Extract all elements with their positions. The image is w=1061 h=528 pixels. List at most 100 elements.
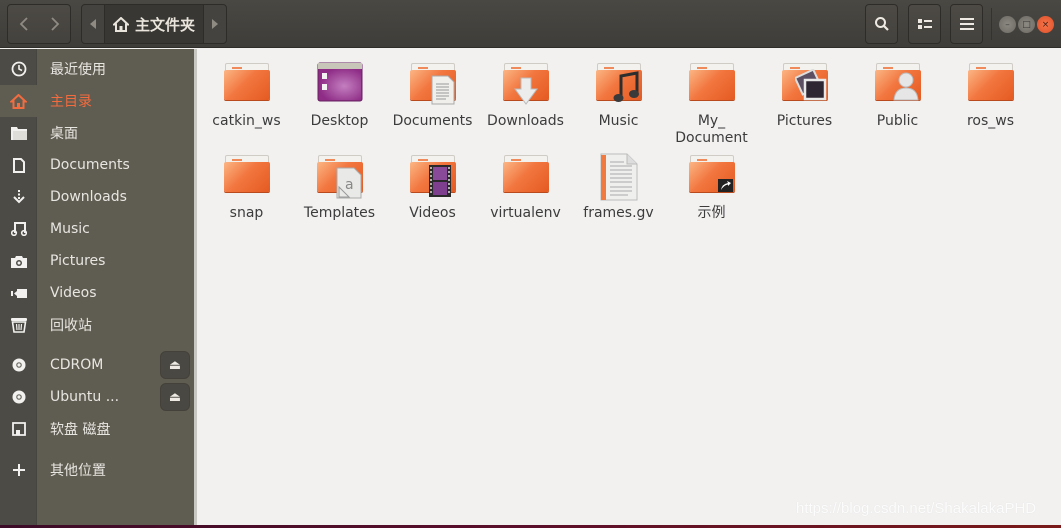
- file-item[interactable]: a Templates: [293, 153, 386, 222]
- file-item[interactable]: Videos: [386, 153, 479, 222]
- sidebar-item-label: 回收站: [50, 318, 92, 334]
- document-emblem-icon: [431, 75, 454, 105]
- minimize-button[interactable]: –: [999, 16, 1016, 33]
- file-manager-window: 主文件夹 – □ × 最近使用 主目录 桌面 Documents Downloa…: [0, 0, 1061, 528]
- file-name: frames.gv: [583, 205, 654, 221]
- video-icon: [0, 277, 37, 309]
- file-name: Public: [876, 113, 919, 129]
- forward-button[interactable]: [39, 5, 70, 43]
- file-item[interactable]: 示例: [665, 153, 758, 222]
- folder-icon: [967, 61, 1015, 109]
- header-bar: 主文件夹 – □ ×: [0, 0, 1061, 48]
- maximize-button[interactable]: □: [1018, 16, 1035, 33]
- file-name: My_ Document: [675, 113, 748, 146]
- folder-icon: a: [316, 153, 364, 201]
- pictures-emblem-icon: [794, 69, 826, 101]
- folder-icon: [502, 61, 550, 109]
- folder-body: [502, 162, 549, 192]
- file-item[interactable]: frames.gv: [572, 153, 665, 222]
- camera-icon: [0, 245, 37, 277]
- chevron-right-icon: [50, 17, 59, 31]
- file-name: ros_ws: [966, 113, 1015, 129]
- desktop-folder-icon: [316, 61, 364, 109]
- sidebar-item-label: 最近使用: [50, 62, 106, 78]
- sidebar-item-documents[interactable]: Documents: [0, 149, 194, 181]
- triangle-right-icon: [212, 19, 218, 29]
- file-name: virtualenv: [490, 205, 561, 221]
- file-item[interactable]: My_ Document: [665, 61, 758, 147]
- download-emblem-icon: [513, 77, 538, 105]
- search-icon: [874, 17, 889, 31]
- sidebar-item-pictures[interactable]: Pictures: [0, 245, 194, 277]
- symlink-emblem-icon: [717, 179, 733, 192]
- folder-icon: [0, 117, 37, 149]
- file-name: 示例: [697, 205, 726, 221]
- sidebar-item-home[interactable]: 主目录: [0, 85, 194, 117]
- file-name: catkin_ws: [212, 113, 281, 129]
- sidebar-item-label: Music: [50, 221, 90, 237]
- text-file-icon: [595, 153, 643, 201]
- navigation-buttons: [7, 4, 71, 44]
- folder-body: [223, 162, 270, 192]
- folder-icon: [223, 153, 271, 201]
- folder-icon: [409, 153, 457, 201]
- clock-icon: [0, 53, 37, 85]
- eject-ubuntu-button[interactable]: ⏏: [160, 383, 190, 411]
- file-item[interactable]: Desktop: [293, 61, 386, 130]
- sidebar-item-trash[interactable]: 回收站: [0, 309, 194, 341]
- file-name: Downloads: [487, 113, 564, 129]
- floppy-icon: [0, 413, 37, 445]
- sidebar-item-floppy[interactable]: 软盘 磁盘: [0, 413, 194, 445]
- svg-text:a: a: [345, 177, 354, 193]
- disc-icon: [0, 381, 37, 413]
- search-button[interactable]: [865, 4, 898, 44]
- sidebar-item-label: Downloads: [50, 189, 127, 205]
- path-scroll-right-button[interactable]: [204, 5, 226, 43]
- folder-icon: [781, 61, 829, 109]
- back-button[interactable]: [8, 5, 39, 43]
- file-item[interactable]: ros_ws: [944, 61, 1037, 130]
- file-name: snap: [229, 205, 264, 221]
- sidebar-item-videos[interactable]: Videos: [0, 277, 194, 309]
- view-toggle-icon: [917, 19, 932, 29]
- text-file-graphic: [600, 153, 637, 201]
- sidebar-item-label: 主目录: [50, 94, 92, 110]
- file-item[interactable]: Documents: [386, 61, 479, 130]
- file-item[interactable]: virtualenv: [479, 153, 572, 222]
- folder-icon: [874, 61, 922, 109]
- desktop-folder-graphic: [317, 62, 362, 102]
- home-icon: [113, 16, 129, 32]
- file-name: Videos: [409, 205, 456, 221]
- folder-body: [967, 70, 1014, 100]
- download-icon: [0, 181, 37, 213]
- music-emblem-icon: [613, 71, 639, 102]
- sidebar-item-downloads[interactable]: Downloads: [0, 181, 194, 213]
- triangle-left-icon: [90, 19, 96, 29]
- folder-icon: [223, 61, 271, 109]
- sidebar-item-music[interactable]: Music: [0, 213, 194, 245]
- file-item[interactable]: Music: [572, 61, 665, 130]
- file-item[interactable]: Public: [851, 61, 944, 130]
- file-item[interactable]: Pictures: [758, 61, 851, 130]
- menu-button[interactable]: [950, 4, 983, 44]
- path-bar: 主文件夹: [81, 4, 227, 44]
- eject-cdrom-button[interactable]: ⏏: [160, 351, 190, 379]
- sidebar-item-label: 其他位置: [50, 463, 106, 479]
- plus-icon: [0, 454, 37, 486]
- breadcrumb-home[interactable]: 主文件夹: [104, 5, 204, 43]
- file-item[interactable]: Downloads: [479, 61, 572, 130]
- sidebar-item-other-locations[interactable]: 其他位置: [0, 454, 194, 486]
- sidebar-item-label: Ubuntu ...: [50, 389, 120, 405]
- file-item[interactable]: catkin_ws: [200, 61, 293, 130]
- header-separator: [991, 8, 992, 40]
- sidebar-item-desktop[interactable]: 桌面: [0, 117, 194, 149]
- path-scroll-left-button[interactable]: [82, 5, 104, 43]
- view-toggle-button[interactable]: [908, 4, 941, 44]
- breadcrumb-label: 主文件夹: [135, 15, 196, 34]
- trash-icon: [0, 309, 37, 341]
- close-button[interactable]: ×: [1037, 16, 1054, 33]
- sidebar-item-recent[interactable]: 最近使用: [0, 53, 194, 85]
- folder-icon: [688, 153, 736, 201]
- eject-icon: ⏏: [168, 389, 182, 405]
- file-item[interactable]: snap: [200, 153, 293, 222]
